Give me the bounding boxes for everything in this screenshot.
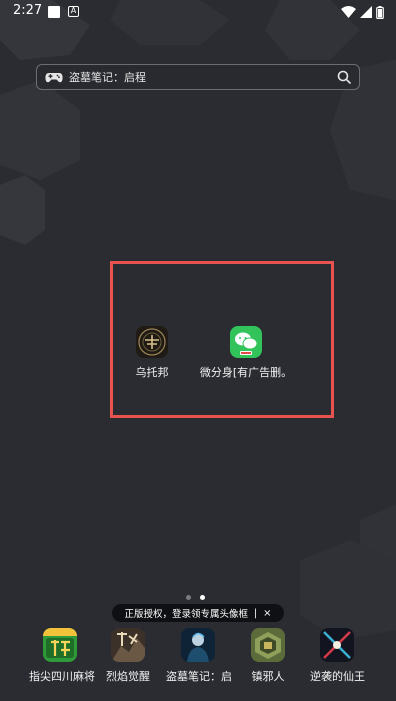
dock-item-label: 盗墓笔记：启	[166, 670, 232, 683]
dock-item-label: 镇邪人	[251, 670, 285, 683]
gamepad-icon	[45, 73, 63, 83]
status-bar: 2:27 A	[0, 0, 396, 24]
search-text: 盗墓笔记：启程	[69, 71, 146, 84]
zhenxieren-app-icon	[251, 628, 285, 662]
app-label: 乌托邦	[135, 366, 169, 379]
notification-icon	[48, 6, 60, 18]
battery-icon	[376, 5, 384, 19]
tooltip-separator: |	[253, 607, 258, 619]
dock-item-daomu-biji[interactable]: 盗墓笔记：启	[166, 628, 232, 684]
app-utopia[interactable]: 乌托邦	[130, 326, 174, 380]
page-dot-active[interactable]	[200, 595, 205, 600]
page-dot[interactable]	[186, 595, 191, 600]
dock-item-label: 指尖四川麻将	[29, 670, 95, 683]
status-time: 2:27	[13, 3, 43, 18]
dock: 指尖四川麻将 烈焰觉醒 盗墓笔记：启 镇邪人 逆袭的仙王	[0, 628, 396, 688]
dock-item-label: 逆袭的仙王	[310, 670, 365, 683]
search-widget[interactable]: 盗墓笔记：启程	[36, 64, 360, 90]
dock-item-zhenxieren[interactable]: 镇邪人	[248, 628, 288, 684]
app-wei-fenshen[interactable]: 微分身[有广告删。	[198, 326, 294, 380]
lieyan-app-icon	[111, 628, 145, 662]
wechat-clone-app-icon	[230, 326, 262, 358]
mahjong-app-icon	[43, 628, 77, 662]
dock-item-lieyan[interactable]: 烈焰觉醒	[102, 628, 154, 684]
page-indicator	[186, 595, 205, 600]
signal-icon	[360, 6, 372, 18]
tooltip-close-button[interactable]: ×	[263, 608, 271, 619]
dock-item-label: 烈焰觉醒	[106, 670, 150, 683]
promo-tooltip[interactable]: 正版授权，登录领专属头像框 | ×	[112, 604, 284, 622]
wifi-icon	[341, 6, 356, 18]
dock-item-nixi-xianwang[interactable]: 逆袭的仙王	[310, 628, 365, 684]
app-label: 微分身[有广告删。	[199, 366, 293, 379]
daomu-app-icon	[181, 628, 215, 662]
notification-badge-icon: A	[68, 6, 79, 17]
dock-item-sichuan-mahjong[interactable]: 指尖四川麻将	[29, 628, 95, 684]
utopia-app-icon	[136, 326, 168, 358]
search-icon[interactable]	[337, 70, 351, 84]
xianwang-app-icon	[320, 628, 354, 662]
tooltip-text: 正版授权，登录领专属头像框	[124, 609, 248, 620]
